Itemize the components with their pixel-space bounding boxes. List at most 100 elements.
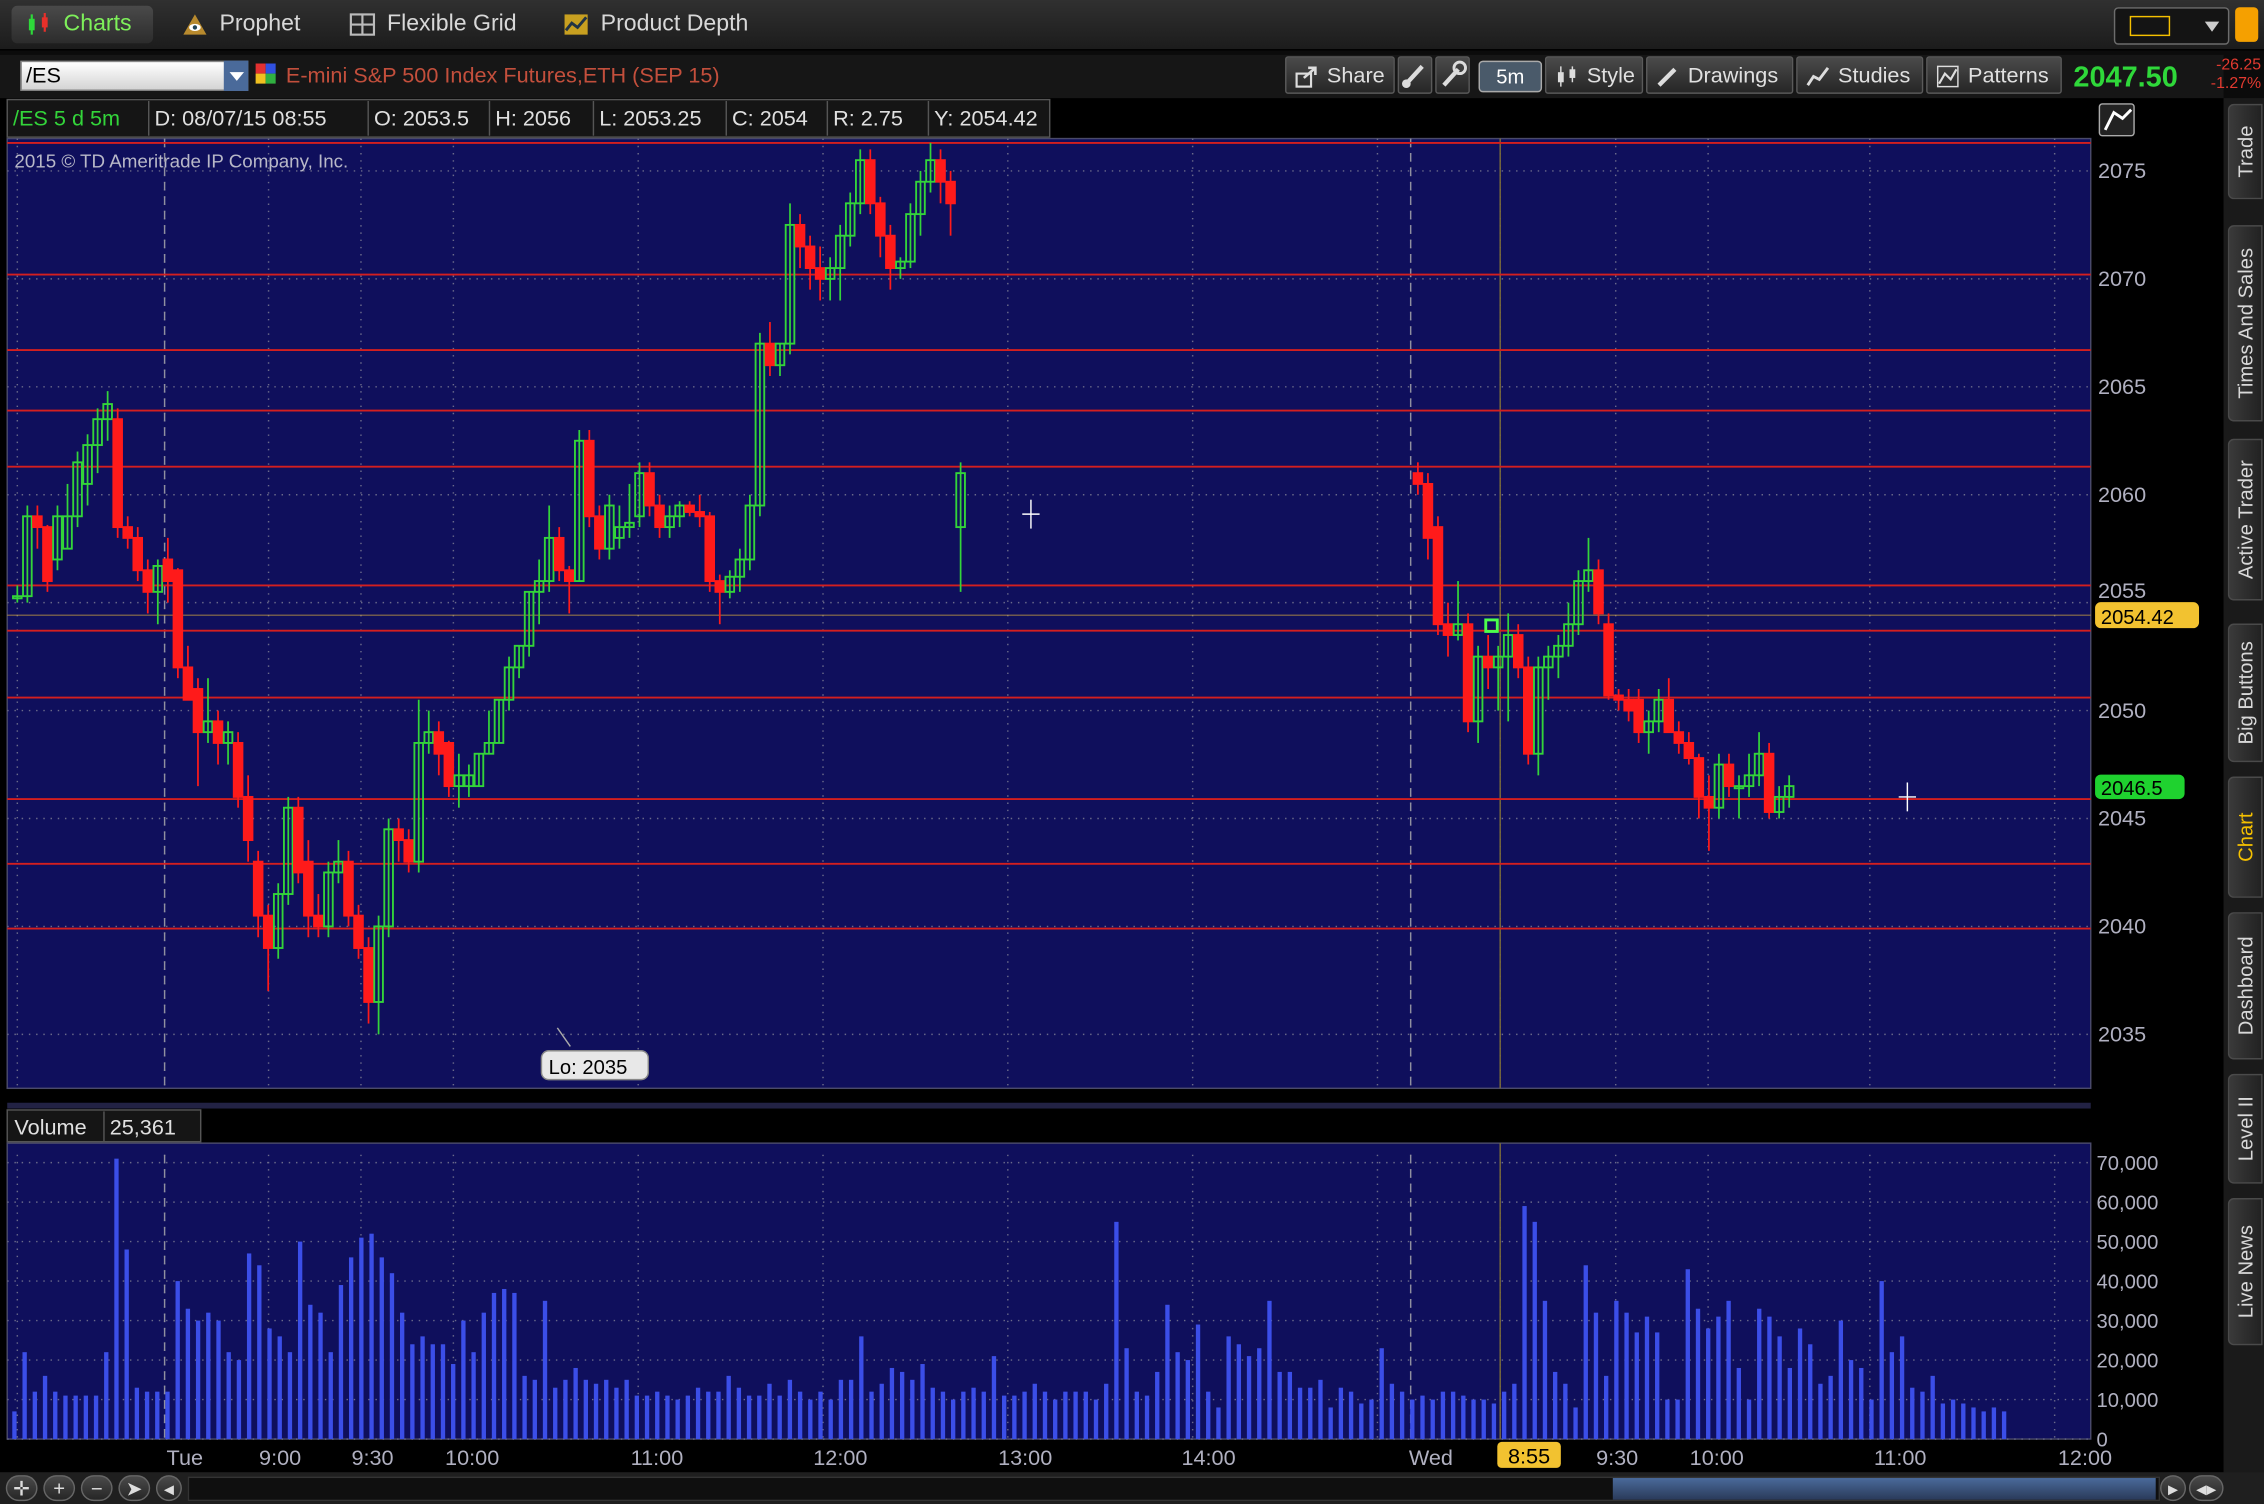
volume-bar[interactable] [797, 1391, 803, 1440]
volume-bar[interactable] [706, 1391, 711, 1440]
volume-bar[interactable] [838, 1379, 844, 1440]
volume-bar[interactable] [144, 1391, 150, 1440]
volume-bar[interactable] [1450, 1391, 1456, 1440]
volume-bar[interactable] [338, 1285, 344, 1440]
volume-bar[interactable] [736, 1387, 742, 1440]
volume-bar[interactable] [1032, 1383, 1037, 1440]
volume-bar[interactable] [1848, 1360, 1854, 1440]
volume-bar[interactable] [981, 1391, 986, 1440]
volume-bar[interactable] [226, 1352, 231, 1440]
settings-wrench-button[interactable] [1435, 56, 1470, 94]
volume-bar[interactable] [1389, 1383, 1395, 1440]
volume-bar[interactable] [920, 1364, 925, 1440]
candle[interactable] [1603, 613, 1614, 700]
candle[interactable] [343, 850, 354, 927]
volume-bar[interactable] [1961, 1403, 1966, 1440]
side-tab-active-trader[interactable]: Active Trader [2227, 438, 2263, 601]
tab-product-depth[interactable]: Product Depth [549, 6, 780, 44]
volume-bar[interactable] [1706, 1328, 1711, 1440]
volume-bar[interactable] [1501, 1391, 1507, 1440]
account-selector[interactable] [2113, 7, 2230, 45]
volume-bar[interactable] [318, 1312, 323, 1440]
volume-bar[interactable] [2001, 1411, 2007, 1440]
volume-bar[interactable] [1012, 1395, 1017, 1440]
volume-bar[interactable] [1797, 1328, 1803, 1440]
volume-bar[interactable] [124, 1249, 129, 1440]
volume-bar[interactable] [491, 1292, 497, 1440]
volume-bar[interactable] [695, 1387, 701, 1440]
expand-time-axis-button[interactable]: ◂▸ [2188, 1475, 2224, 1502]
volume-bar[interactable] [83, 1395, 89, 1440]
candle[interactable] [232, 732, 244, 808]
volume-bar[interactable] [1736, 1367, 1741, 1440]
volume-bar[interactable] [1338, 1387, 1344, 1440]
volume-bar[interactable] [1910, 1387, 1915, 1440]
volume-bar[interactable] [1818, 1383, 1823, 1440]
share-button[interactable]: Share [1285, 56, 1395, 94]
volume-bar[interactable] [1073, 1391, 1078, 1440]
volume-bar[interactable] [940, 1391, 946, 1440]
volume-bar[interactable] [512, 1292, 517, 1440]
volume-bar[interactable] [22, 1352, 27, 1440]
side-tab-big-buttons[interactable]: Big Buttons [2227, 623, 2263, 763]
volume-bar[interactable] [767, 1383, 772, 1440]
candle[interactable] [112, 408, 123, 538]
volume-bar[interactable] [379, 1257, 384, 1440]
volume-bar[interactable] [1481, 1399, 1486, 1440]
volume-bar[interactable] [665, 1395, 670, 1440]
volume-bar[interactable] [1216, 1407, 1221, 1440]
volume-bar[interactable] [134, 1387, 140, 1440]
panel-splitter[interactable] [7, 1102, 2091, 1109]
volume-bar[interactable] [1991, 1407, 1997, 1440]
volume-bar[interactable] [1369, 1399, 1374, 1440]
volume-bar[interactable] [53, 1391, 58, 1440]
tab-flexible-grid[interactable]: Flexible Grid [335, 6, 537, 44]
volume-bar[interactable] [502, 1288, 507, 1440]
volume-bar[interactable] [1859, 1367, 1864, 1440]
volume-bar[interactable] [308, 1304, 313, 1440]
volume-bar[interactable] [410, 1344, 415, 1440]
volume-bar[interactable] [848, 1379, 854, 1440]
volume-bar[interactable] [1879, 1281, 1884, 1440]
volume-bar[interactable] [1787, 1367, 1792, 1440]
volume-bar[interactable] [1542, 1300, 1548, 1440]
volume-bar[interactable] [593, 1383, 599, 1440]
volume-bar[interactable] [1297, 1387, 1303, 1440]
volume-bar[interactable] [1746, 1399, 1752, 1440]
volume-bar[interactable] [1899, 1336, 1905, 1440]
volume-bar[interactable] [42, 1375, 48, 1440]
volume-bar[interactable] [1685, 1269, 1690, 1440]
volume-bar[interactable] [1532, 1221, 1537, 1440]
volume-bar[interactable] [634, 1395, 640, 1440]
volume-bar[interactable] [1573, 1407, 1578, 1440]
candle[interactable] [1763, 742, 1775, 819]
volume-bar[interactable] [1165, 1304, 1170, 1440]
side-tab-level-ii[interactable]: Level II [2227, 1073, 2263, 1184]
volume-bar[interactable] [1002, 1395, 1007, 1440]
volume-bar[interactable] [1379, 1348, 1384, 1440]
volume-bar[interactable] [716, 1391, 721, 1440]
symbol-input[interactable]: /ES [20, 60, 249, 91]
side-tab-dashboard[interactable]: Dashboard [2227, 912, 2263, 1060]
volume-bar[interactable] [1410, 1399, 1415, 1440]
scroll-right-button[interactable]: ▸ [2160, 1475, 2187, 1502]
volume-bar[interactable] [583, 1379, 588, 1440]
volume-bar[interactable] [175, 1281, 180, 1440]
volume-bar[interactable] [910, 1379, 915, 1440]
volume-bar[interactable] [1726, 1300, 1731, 1440]
volume-bar[interactable] [328, 1352, 333, 1440]
volume-bar[interactable] [573, 1367, 578, 1440]
volume-bar[interactable] [93, 1395, 99, 1440]
volume-bar[interactable] [1277, 1371, 1282, 1440]
volume-bar[interactable] [257, 1265, 262, 1440]
volume-bar[interactable] [440, 1344, 446, 1440]
volume-bar[interactable] [267, 1328, 272, 1440]
volume-bar[interactable] [991, 1356, 997, 1440]
volume-bar[interactable] [1144, 1395, 1150, 1440]
volume-bar[interactable] [1287, 1371, 1293, 1440]
volume-bar[interactable] [155, 1391, 160, 1440]
candle[interactable] [704, 511, 716, 592]
side-tab-live-news[interactable]: Live News [2227, 1198, 2263, 1346]
volume-bar[interactable] [1042, 1391, 1048, 1440]
studies-button[interactable]: Studies [1796, 56, 1924, 94]
